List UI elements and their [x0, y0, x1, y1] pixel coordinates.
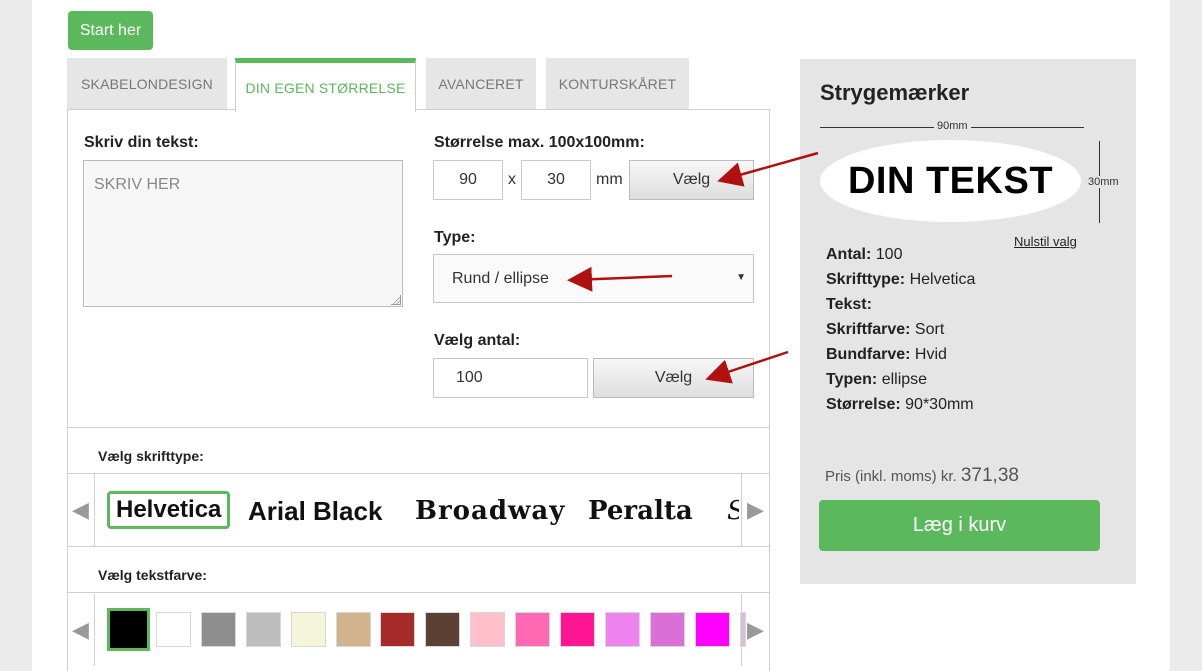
divider	[67, 427, 770, 428]
summary-key: Størrelse:	[826, 396, 901, 413]
summary-row: Skrifttype: Helvetica	[826, 271, 975, 289]
font-option-partial[interactable]: S	[727, 496, 739, 526]
size-times: x	[508, 171, 516, 188]
height-dimension-label: 30mm	[1085, 176, 1122, 188]
font-option-peralta[interactable]: Peralta	[588, 496, 693, 526]
dropdown-caret-icon: ▼	[736, 272, 746, 283]
color-swatch[interactable]	[694, 612, 730, 647]
summary-key: Antal:	[826, 246, 872, 263]
text-input[interactable]: SKRIV HER	[83, 160, 403, 307]
summary-key: Skrifttype:	[826, 271, 906, 288]
font-option-arial-black[interactable]: Arial Black	[248, 496, 382, 527]
summary-row: Antal: 100	[826, 246, 902, 264]
color-swatch[interactable]	[649, 612, 685, 647]
summary-row: Typen: ellipse	[826, 371, 927, 389]
color-prev-arrow-icon[interactable]: ◀	[67, 594, 95, 666]
color-swatch[interactable]	[107, 608, 150, 651]
font-next-arrow-icon[interactable]: ▶	[741, 474, 769, 546]
add-to-cart-button[interactable]: Læg i kurv	[819, 500, 1100, 551]
color-swatch[interactable]	[560, 612, 595, 647]
width-dimension-label: 90mm	[934, 120, 971, 132]
sidebar-title: Strygemærker	[820, 80, 970, 105]
start-here-button[interactable]: Start her	[68, 11, 153, 50]
quantity-label: Vælg antal:	[434, 332, 521, 349]
tab-din-egen-stoerrelse[interactable]: DIN EGEN STØRRELSE	[235, 58, 416, 112]
label-preview: DIN TEKST	[820, 140, 1081, 222]
price-label: Pris (inkl. moms) kr.	[825, 468, 957, 485]
color-swatch[interactable]	[739, 612, 746, 647]
summary-value: ellipse	[877, 371, 928, 388]
size-label: Størrelse max. 100x100mm:	[434, 134, 645, 151]
font-option-helvetica[interactable]: Helvetica	[107, 491, 231, 529]
summary-key: Bundfarve:	[826, 346, 911, 363]
resize-handle-icon[interactable]	[391, 295, 401, 305]
summary-row: Størrelse: 90*30mm	[826, 396, 974, 414]
tab-konturskaaret[interactable]: KONTURSKÅRET	[546, 58, 689, 110]
price-value: 371,38	[960, 465, 1019, 486]
summary-row: Skriftfarve: Sort	[826, 321, 944, 339]
size-unit: mm	[596, 171, 623, 188]
color-swatch[interactable]	[335, 612, 371, 647]
color-swatch[interactable]	[425, 612, 461, 647]
color-swatch[interactable]	[604, 612, 640, 647]
summary-value: Hvid	[910, 346, 947, 363]
type-label: Type:	[434, 229, 476, 246]
width-input[interactable]: 90	[433, 160, 503, 200]
color-swatch[interactable]	[515, 612, 551, 647]
summary-row: Bundfarve: Hvid	[826, 346, 947, 364]
summary-value: Sort	[910, 321, 945, 338]
color-swatch[interactable]	[155, 612, 191, 647]
price: Pris (inkl. moms) kr. 371,38	[825, 465, 1019, 487]
height-input[interactable]: 30	[521, 160, 591, 200]
summary-row: Tekst:	[826, 296, 872, 314]
summary-key: Tekst:	[826, 296, 872, 313]
summary-value: 90*30mm	[900, 396, 974, 413]
summary-value: Helvetica	[905, 271, 976, 288]
text-label: Skriv din tekst:	[84, 134, 199, 151]
color-swatch[interactable]	[245, 612, 281, 647]
summary-key: Typen:	[826, 371, 878, 388]
tab-skabelondesign[interactable]: SKABELONDESIGN	[67, 58, 227, 110]
type-select[interactable]: Rund / ellipse ▼	[433, 254, 754, 303]
tab-avanceret[interactable]: AVANCERET	[426, 58, 536, 110]
reset-link[interactable]: Nulstil valg	[1014, 234, 1077, 249]
size-choose-button[interactable]: Vælg	[629, 160, 754, 200]
color-swatch[interactable]	[470, 612, 506, 647]
type-select-value: Rund / ellipse	[452, 269, 549, 287]
summary-value: 100	[871, 246, 903, 263]
quantity-input[interactable]: 100	[433, 358, 588, 398]
color-swatch[interactable]	[200, 612, 236, 647]
quantity-choose-button[interactable]: Vælg	[593, 358, 754, 398]
text-color-label: Vælg tekstfarve:	[98, 567, 207, 583]
font-option-broadway[interactable]: Broadway	[415, 496, 565, 526]
font-label: Vælg skrifttype:	[98, 448, 204, 464]
text-input-placeholder: SKRIV HER	[94, 176, 181, 193]
color-swatch[interactable]	[290, 612, 326, 647]
font-prev-arrow-icon[interactable]: ◀	[67, 474, 95, 546]
summary-key: Skriftfarve:	[826, 321, 911, 338]
color-swatch[interactable]	[380, 612, 416, 647]
